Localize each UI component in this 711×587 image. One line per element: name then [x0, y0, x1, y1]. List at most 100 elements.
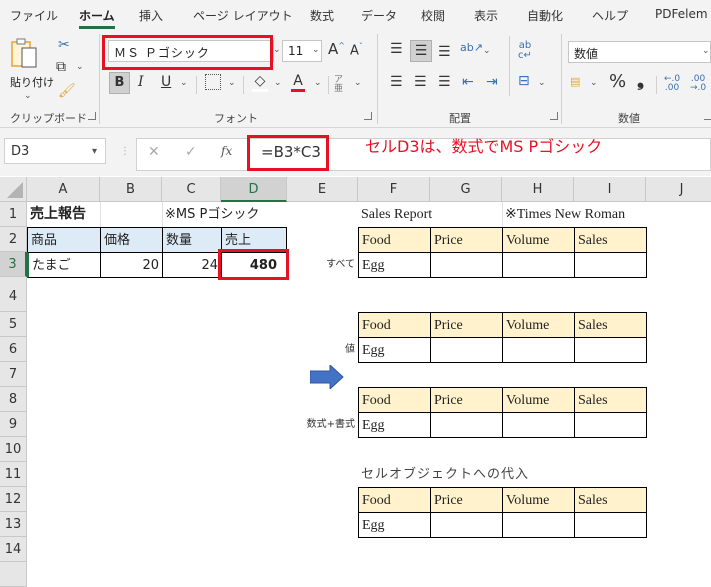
cell-c3[interactable]: 24 — [162, 252, 222, 278]
table1-cell-sales[interactable] — [574, 252, 647, 278]
column-header-g[interactable]: G — [430, 177, 502, 202]
table1-cell-food[interactable]: Egg — [358, 252, 431, 278]
font-color-button[interactable]: A — [291, 74, 305, 92]
column-header-c[interactable]: C — [162, 177, 221, 202]
phonetic-dropdown-icon[interactable]: ⌄ — [354, 78, 362, 88]
copy-dropdown-icon[interactable]: ⌄ — [76, 62, 84, 72]
accounting-format-icon[interactable]: ▤ — [570, 76, 580, 87]
cell-h1[interactable]: ※Times New Roman — [502, 202, 646, 227]
tab-file[interactable]: ファイル — [10, 7, 58, 24]
table2-header-volume[interactable]: Volume — [502, 312, 575, 338]
cell-b3[interactable]: 20 — [100, 252, 163, 278]
orientation-dropdown-icon[interactable]: ⌄ — [483, 46, 491, 56]
column-header-j[interactable]: J — [646, 177, 711, 202]
column-header-e[interactable]: E — [287, 177, 358, 202]
table2-cell-volume[interactable] — [502, 337, 575, 363]
table4-header-sales[interactable]: Sales — [574, 487, 647, 513]
cell-a1[interactable]: 売上報告 — [27, 202, 100, 227]
cell-f1[interactable]: Sales Report — [358, 202, 502, 227]
increase-indent-icon[interactable]: ⇥ — [486, 75, 498, 89]
tab-automate[interactable]: 自動化 — [527, 7, 563, 24]
name-box[interactable]: D3 — [4, 138, 106, 164]
insert-function-icon[interactable]: fx — [221, 144, 232, 158]
copy-icon[interactable]: ⧉ — [56, 60, 66, 74]
font-launcher-icon[interactable] — [364, 112, 372, 120]
fill-color-button[interactable]: ◇ — [252, 74, 268, 92]
enter-icon[interactable]: ✓ — [185, 144, 197, 160]
row-header-8[interactable]: 8 — [0, 387, 27, 412]
table3-header-volume[interactable]: Volume — [502, 387, 575, 413]
shrink-font-button[interactable]: Aˇ — [350, 43, 363, 58]
clipboard-launcher-icon[interactable] — [88, 112, 96, 120]
merge-center-icon[interactable]: ⊟ — [518, 74, 530, 88]
right-arrow-icon[interactable] — [310, 365, 344, 389]
row-header-1[interactable]: 1 — [0, 202, 27, 227]
table4-header-price[interactable]: Price — [430, 487, 503, 513]
font-name-dropdown-icon[interactable]: ⌄ — [273, 45, 281, 55]
fill-color-dropdown-icon[interactable]: ⌄ — [274, 78, 282, 88]
cut-icon[interactable]: ✂ — [58, 38, 70, 52]
row-header-12[interactable]: 12 — [0, 487, 27, 512]
row-header-10[interactable]: 10 — [0, 437, 27, 462]
accounting-dropdown-icon[interactable]: ⌄ — [590, 78, 598, 88]
align-right-icon[interactable]: ☰ — [438, 75, 451, 89]
decrease-indent-icon[interactable]: ⇤ — [462, 75, 474, 89]
align-bottom-icon[interactable]: ☰ — [438, 45, 451, 59]
cell-a3[interactable]: たまご — [27, 252, 101, 278]
tab-formulas[interactable]: 数式 — [310, 7, 334, 24]
row-header-3[interactable]: 3 — [0, 252, 27, 277]
label-values[interactable]: 値 — [287, 337, 358, 362]
table3-cell-volume[interactable] — [502, 412, 575, 438]
formula-bar-grip-icon[interactable]: ⋮ — [120, 146, 130, 157]
row-header-9[interactable]: 9 — [0, 412, 27, 437]
label-all[interactable]: すべて — [287, 252, 358, 277]
cancel-icon[interactable]: ✕ — [148, 144, 160, 160]
underline-dropdown-icon[interactable]: ⌄ — [180, 78, 188, 88]
row-header-5[interactable]: 5 — [0, 312, 27, 337]
decrease-decimal-icon[interactable]: .00 →.0 — [690, 75, 706, 93]
grow-font-button[interactable]: A^ — [328, 42, 345, 57]
bold-button[interactable]: B — [109, 72, 130, 94]
cell-c1[interactable]: ※MS Pゴシック — [162, 202, 288, 227]
tab-page-layout[interactable]: ページ レイアウト — [193, 7, 293, 24]
table2-cell-price[interactable] — [430, 337, 503, 363]
column-header-i[interactable]: I — [574, 177, 646, 202]
table3-header-price[interactable]: Price — [430, 387, 503, 413]
column-header-a[interactable]: A — [27, 177, 100, 202]
table1-header-food[interactable]: Food — [358, 227, 431, 253]
number-format-dropdown-icon[interactable]: ⌄ — [702, 46, 710, 56]
tab-view[interactable]: 表示 — [474, 7, 498, 24]
paste-button[interactable]: 貼り付け ⌄ — [10, 37, 54, 101]
table4-cell-food[interactable]: Egg — [358, 512, 431, 538]
row-header-11[interactable]: 11 — [0, 462, 27, 487]
table2-header-price[interactable]: Price — [430, 312, 503, 338]
cell-a2[interactable]: 商品 — [27, 227, 101, 253]
column-header-d[interactable]: D — [221, 177, 287, 202]
table2-header-food[interactable]: Food — [358, 312, 431, 338]
format-painter-icon[interactable]: 🖌 — [58, 84, 76, 98]
name-box-dropdown-icon[interactable]: ▾ — [92, 146, 97, 157]
table4-cell-sales[interactable] — [574, 512, 647, 538]
table2-cell-sales[interactable] — [574, 337, 647, 363]
row-header-14[interactable]: 14 — [0, 537, 27, 562]
align-top-icon[interactable]: ☰ — [390, 42, 403, 56]
underline-button[interactable]: U — [161, 75, 171, 89]
tab-help[interactable]: ヘルプ — [592, 7, 628, 24]
row-header-2[interactable]: 2 — [0, 227, 27, 252]
table3-header-food[interactable]: Food — [358, 387, 431, 413]
table1-cell-price[interactable] — [430, 252, 503, 278]
table3-cell-food[interactable]: Egg — [358, 412, 431, 438]
select-all-corner[interactable] — [0, 177, 27, 202]
align-center-icon[interactable]: ☰ — [414, 75, 427, 89]
tab-pdfelement[interactable]: PDFelem — [655, 7, 708, 21]
table2-cell-food[interactable]: Egg — [358, 337, 431, 363]
align-middle-icon[interactable]: ☰ — [410, 40, 432, 62]
tab-review[interactable]: 校閲 — [421, 7, 445, 24]
comma-style-button[interactable]: ❟ — [637, 72, 644, 90]
tab-data[interactable]: データ — [361, 7, 397, 24]
cell-b2[interactable]: 価格 — [100, 227, 163, 253]
alignment-launcher-icon[interactable] — [550, 112, 558, 120]
borders-dropdown-icon[interactable]: ⌄ — [228, 78, 236, 88]
table4-header-volume[interactable]: Volume — [502, 487, 575, 513]
phonetic-icon[interactable]: ア亜 — [334, 76, 343, 94]
